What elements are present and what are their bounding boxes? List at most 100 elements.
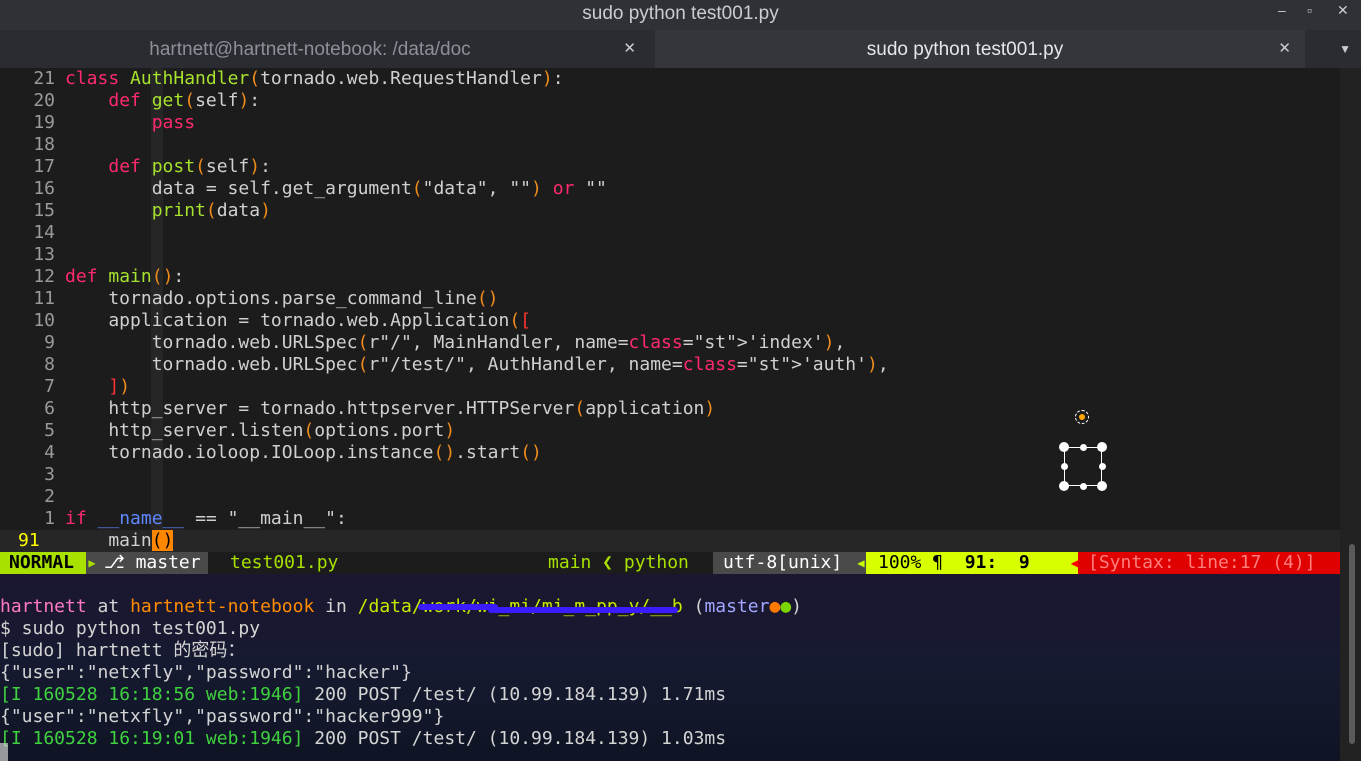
close-icon[interactable]: ✕ [1337, 2, 1349, 19]
tab-close-icon[interactable]: ✕ [1278, 39, 1291, 57]
code-line[interactable]: 7 ]) [0, 376, 1340, 398]
text-cursor: ( [151, 530, 163, 551]
line-number: 8 [44, 354, 55, 375]
prompt-path: /data/work/wi_mi/mi_m_pp_y/__b [358, 596, 683, 617]
resize-handle[interactable] [1097, 481, 1107, 491]
resize-handle[interactable] [1097, 442, 1107, 452]
line-text: pass [151, 112, 196, 133]
sudo-prompt: [sudo] hartnett 的密码： [0, 640, 246, 661]
resize-handle[interactable] [1059, 481, 1069, 491]
line-number: 7 [44, 376, 55, 397]
code-line[interactable]: 9 tornado.web.URLSpec(r"/", MainHandler,… [0, 332, 1340, 354]
code-line[interactable]: 1 if __name__ == "__main__": [0, 508, 1340, 530]
line-text: class AuthHandler(tornado.web.RequestHan… [65, 68, 564, 89]
shell-prompt: hartnett at hartnett-notebook in /data/w… [0, 596, 803, 617]
code-line[interactable]: 16 data = self.get_argument("data", "") … [0, 178, 1340, 200]
code-line[interactable]: 5 http_server.listen(options.port) [0, 420, 1340, 442]
prompt-branch: master [704, 596, 770, 617]
line-text: def post(self): [108, 156, 271, 177]
code-line[interactable]: 14 [0, 222, 1340, 244]
scrollbar-thumb[interactable] [1349, 544, 1355, 744]
output-line: {"user":"netxfly","password":"hacker999"… [0, 706, 445, 727]
line-text: def get(self): [108, 90, 261, 111]
tab-sudo-python[interactable]: sudo python test001.py ✕ [655, 30, 1305, 68]
line-number: 4 [44, 442, 55, 463]
prompt-in: in [314, 596, 358, 617]
resize-handle[interactable] [1080, 483, 1087, 490]
git-branch: ⎇ master [98, 552, 208, 574]
line-number: 10 [33, 310, 55, 331]
code-line[interactable]: 3 [0, 464, 1340, 486]
code-line[interactable]: 21 class AuthHandler(tornado.web.RequestH… [0, 68, 1340, 90]
line-text: def main(): [65, 266, 185, 287]
code-line[interactable]: 20 def get(self): [0, 90, 1340, 112]
code-line[interactable]: 4 tornado.ioloop.IOLoop.instance().start… [0, 442, 1340, 464]
scrollbar[interactable] [1340, 68, 1361, 761]
window-title: sudo python test001.py [582, 3, 779, 24]
code-line[interactable]: 8 tornado.web.URLSpec(r"/test/", AuthHan… [0, 354, 1340, 376]
tab-bar: hartnett@hartnett-notebook: /data/doc ✕ … [0, 30, 1361, 69]
line-number: 3 [44, 464, 55, 485]
tab-close-icon[interactable]: ✕ [623, 39, 636, 57]
redaction-mark [417, 604, 498, 610]
code-line[interactable]: 15 print(data) [0, 200, 1340, 222]
code-line[interactable]: 18 [0, 134, 1340, 156]
minimize-icon[interactable]: – [1278, 2, 1286, 18]
output-line: [I 160528 16:19:01 web:1946] 200 POST /t… [0, 728, 727, 749]
line-text: if __name__ == "__main__": [65, 508, 347, 529]
rotate-handle-icon[interactable] [1075, 410, 1089, 424]
line-text: main() [65, 530, 174, 551]
code-line[interactable]: 12 def main(): [0, 266, 1340, 288]
code-lines: 21 class AuthHandler(tornado.web.RequestH… [0, 68, 1340, 552]
line-text: http_server.listen(options.port) [65, 420, 456, 441]
code-line[interactable]: 19 pass [0, 112, 1340, 134]
resize-handle[interactable] [1059, 442, 1069, 452]
line-text: tornado.web.URLSpec(r"/test/", AuthHandl… [65, 354, 889, 375]
prompt-at: at [86, 596, 131, 617]
code-line[interactable]: 11 tornado.options.parse_command_line() [0, 288, 1340, 310]
current-line-number: 91 [18, 530, 40, 551]
code-line[interactable]: 13 [0, 244, 1340, 266]
prompt-user: hartnett [0, 596, 87, 617]
code-line[interactable]: 2 [0, 486, 1340, 508]
staged-dot-icon: ● [780, 596, 792, 617]
line-text: tornado.web.URLSpec(r"/", MainHandler, n… [65, 332, 846, 353]
line-column: 91: 9 [964, 552, 1030, 573]
cursor-position: 100% ¶ 91: 9 [866, 552, 1066, 574]
line-number: 15 [33, 200, 55, 221]
line-text: tornado.options.parse_command_line() [65, 288, 499, 309]
log-prefix: [I 160528 16:19:01 web:1946] [0, 728, 304, 749]
terminal-cursor [0, 743, 8, 761]
resize-handle[interactable] [1080, 444, 1087, 451]
resize-handle[interactable] [1099, 463, 1106, 470]
line-text: application = tornado.web.Application([ [65, 310, 532, 331]
current-code-line[interactable]: 91 main() [0, 530, 1340, 552]
resize-handle[interactable] [1061, 463, 1068, 470]
dirty-dot-icon: ● [769, 596, 781, 617]
output-line: [I 160528 16:18:56 web:1946] 200 POST /t… [0, 684, 727, 705]
window-titlebar: sudo python test001.py – ▫ ✕ [0, 0, 1361, 30]
tab-menu-icon[interactable]: ▼ [1339, 42, 1351, 56]
line-number: 13 [33, 244, 55, 265]
line-number: 2 [44, 486, 55, 507]
line-number: 21 [33, 68, 55, 89]
code-line[interactable]: 17 def post(self): [0, 156, 1340, 178]
maximize-icon[interactable]: ▫ [1307, 2, 1312, 18]
line-number: 1 [44, 508, 55, 529]
current-function: main ❮ python [548, 552, 689, 573]
line-text: ]) [108, 376, 131, 397]
line-number: 18 [33, 134, 55, 155]
powerline-arrow: ◀ [1054, 552, 1078, 574]
terminal-output[interactable]: hartnett at hartnett-notebook in /data/w… [0, 574, 1340, 761]
line-number: 17 [33, 156, 55, 177]
powerline-arrow: ▶ [86, 552, 98, 574]
vim-editor[interactable]: 21 class AuthHandler(tornado.web.RequestH… [0, 68, 1340, 552]
tab-terminal-doc[interactable]: hartnett@hartnett-notebook: /data/doc ✕ [0, 30, 650, 68]
line-text: tornado.ioloop.IOLoop.instance().start() [65, 442, 542, 463]
code-line[interactable]: 10 application = tornado.web.Application… [0, 310, 1340, 332]
redaction-mark [487, 607, 678, 613]
shell-command: $ sudo python test001.py [0, 618, 261, 639]
code-line[interactable]: 6 http_server = tornado.httpserver.HTTPS… [0, 398, 1340, 420]
selection-widget[interactable] [1056, 408, 1112, 494]
line-text: data = self.get_argument("data", "") or … [65, 178, 607, 199]
